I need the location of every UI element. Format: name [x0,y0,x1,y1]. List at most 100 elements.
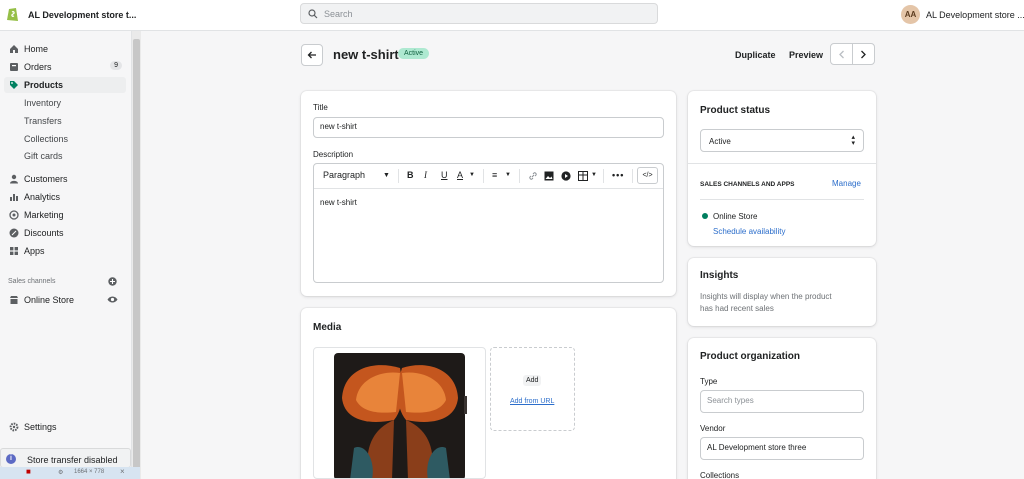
chevron-left-icon [839,50,844,59]
type-field[interactable] [700,390,864,413]
sales-channels-label: Sales channels [8,278,56,285]
search-bar[interactable] [300,3,658,24]
paragraph-format-select[interactable]: Paragraph [323,170,365,180]
toast-text: Store transfer disabled [27,455,118,465]
page-title: new t-shirt [333,47,399,62]
title-input[interactable] [320,122,635,131]
table-icon[interactable] [578,171,588,181]
sidebar-item-home[interactable]: Home [4,41,126,57]
status-select[interactable]: Active ▴ ▾ [700,129,864,152]
chevron-down-icon[interactable]: ▼ [383,172,390,179]
underline-button[interactable]: U [441,170,448,180]
insights-title: Insights [700,270,739,281]
sidebar-subitem-transfers[interactable]: Transfers [24,116,62,126]
chevron-down-icon[interactable]: ▼ [591,172,597,178]
sidebar-item-label: Home [24,44,49,54]
avatar[interactable]: AA [901,5,920,24]
type-label: Type [700,377,718,386]
close-icon[interactable]: × [120,467,125,476]
user-store-name[interactable]: AL Development store ... [926,10,1024,20]
viewport-size: 1664 × 778 [74,469,105,475]
collections-label: Collections [700,471,740,479]
shopify-logo-icon[interactable] [6,6,20,22]
manage-link[interactable]: Manage [832,179,861,188]
toolbar-divider [603,169,604,183]
sidebar-subitem-collections[interactable]: Collections [24,134,68,144]
chevron-down-icon[interactable]: ▼ [505,172,511,178]
person-icon [10,174,18,184]
link-icon[interactable] [528,171,538,181]
add-media-button[interactable]: Add [523,375,542,386]
sidebar-item-orders[interactable]: Orders 9 [4,59,126,75]
image-icon[interactable] [544,171,554,181]
product-image[interactable] [313,347,486,479]
status-badge: Active [398,48,430,59]
preview-button[interactable]: Preview [789,50,823,60]
description-content[interactable]: new t-shirt [320,198,357,207]
orders-count-badge: 9 [110,61,122,70]
sidebar-item-label: Marketing [24,210,64,220]
sidebar-subitem-gift-cards[interactable]: Gift cards [24,151,63,161]
divider [688,163,876,164]
arrow-left-icon [307,51,316,59]
media-dropzone[interactable]: Add Add from URL [490,347,575,431]
sidebar-item-apps[interactable]: Apps [4,243,126,259]
media-title: Media [313,322,342,333]
bold-button[interactable]: B [407,170,414,180]
duplicate-button[interactable]: Duplicate [735,50,776,60]
product-status-title: Product status [700,105,771,116]
more-options-icon[interactable]: ••• [612,170,624,180]
settings-icon[interactable]: ⚙ [58,469,63,476]
sidebar-item-label: Discounts [24,228,64,238]
store-icon [10,296,18,304]
title-label: Title [313,103,328,112]
title-field[interactable] [313,117,664,138]
top-bar: AL Development store t... AA AL Developm… [0,0,1024,31]
sidebar-item-discounts[interactable]: Discounts [4,225,126,241]
sidebar-item-products[interactable]: Products [4,77,126,93]
online-status-dot [702,213,708,219]
add-channel-icon[interactable] [108,277,117,286]
scrollbar-thumb[interactable] [133,39,140,469]
sidebar-item-label: Settings [24,422,57,432]
tag-icon [10,81,18,89]
code-view-button[interactable]: </> [637,167,658,184]
sidebar-item-analytics[interactable]: Analytics [4,189,126,205]
text-color-button[interactable]: A [457,170,463,180]
type-input[interactable] [707,396,853,405]
previous-product-button[interactable] [830,43,853,65]
insights-text-line1: Insights will display when the product [700,292,832,301]
vendor-input[interactable] [707,443,853,452]
product-organization-title: Product organization [700,351,800,362]
vendor-field[interactable] [700,437,864,460]
search-input[interactable] [324,6,644,21]
apps-icon [10,247,18,255]
sidebar-item-customers[interactable]: Customers [4,171,126,187]
store-name[interactable]: AL Development store t... [28,10,136,20]
description-editor[interactable]: Paragraph ▼ B I U A ▼ ≡ ▼ ▼ ••• </> new … [313,163,664,283]
sidebar-subitem-inventory[interactable]: Inventory [24,98,61,108]
sidebar-scrollbar[interactable] [132,31,141,479]
sidebar-item-marketing[interactable]: Marketing [4,207,126,223]
stop-icon[interactable]: ■ [26,467,31,476]
italic-button[interactable]: I [424,170,427,180]
sidebar-item-label: Customers [24,174,68,184]
align-icon[interactable]: ≡ [492,170,497,180]
next-product-button[interactable] [852,43,875,65]
bar-chart-icon [10,194,18,201]
eye-icon[interactable] [107,295,118,304]
schedule-availability-link[interactable]: Schedule availability [713,227,786,236]
editor-toolbar: Paragraph ▼ B I U A ▼ ≡ ▼ ▼ ••• </> [314,164,663,189]
orders-icon [10,63,18,71]
add-from-url-link[interactable]: Add from URL [510,398,554,405]
chevron-down-icon[interactable]: ▼ [469,172,475,178]
divider [700,199,864,200]
sidebar-item-settings[interactable]: Settings [4,419,126,435]
home-icon [10,45,18,53]
sidebar-item-label: Analytics [24,192,61,202]
sidebar-item-label: Orders [24,62,52,72]
toolbar-divider [398,169,399,183]
back-button[interactable] [301,44,323,66]
toolbar-divider [632,169,633,183]
video-icon[interactable] [561,171,571,181]
